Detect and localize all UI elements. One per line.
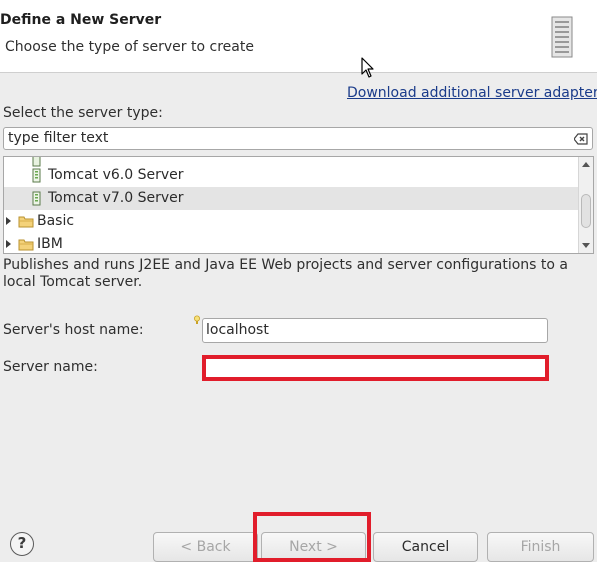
tree-item-label: IBM <box>37 236 63 252</box>
cancel-button[interactable]: Cancel <box>373 532 478 562</box>
tree-item-label: Tomcat v6.0 Server <box>48 167 184 183</box>
tree-item-tomcat-v6[interactable]: Tomcat v6.0 Server <box>4 164 579 187</box>
filter-text: type filter text <box>8 130 109 146</box>
folder-icon <box>18 239 34 251</box>
back-button[interactable]: < Back <box>153 532 258 562</box>
page-description: Choose the type of server to create <box>5 39 254 55</box>
server-name-input[interactable] <box>202 355 549 381</box>
folder-icon <box>18 216 34 228</box>
tree-scrollbar[interactable] <box>578 157 593 253</box>
server-adapter-icon <box>32 191 41 206</box>
download-adapters-link[interactable]: Download additional server adapters <box>347 85 597 101</box>
scroll-down-icon[interactable] <box>582 243 590 248</box>
tree-item-basic[interactable]: Basic <box>4 210 579 233</box>
lightbulb-icon <box>194 315 200 324</box>
page-title: Define a New Server <box>0 12 162 28</box>
host-name-input[interactable]: localhost <box>202 318 548 343</box>
help-button[interactable]: ? <box>10 532 34 556</box>
expand-arrow-icon[interactable] <box>6 240 11 248</box>
tree-item-ibm[interactable]: IBM <box>4 233 579 253</box>
finish-button[interactable]: Finish <box>487 532 594 562</box>
tree-item-label: Basic <box>37 213 75 229</box>
tree-item-tomcat-v7[interactable]: Tomcat v7.0 Server <box>4 187 579 210</box>
host-name-label: Server's host name: <box>3 322 144 338</box>
server-adapter-icon <box>32 168 41 183</box>
server-type-label: Select the server type: <box>3 105 163 121</box>
scroll-thumb[interactable] <box>581 194 591 228</box>
server-icon <box>551 16 573 58</box>
tree-item-label: Tomcat v7.0 Server <box>48 190 184 206</box>
server-type-description: Publishes and runs J2EE and Java EE Web … <box>3 257 568 290</box>
expand-arrow-icon[interactable] <box>6 217 11 225</box>
server-type-tree[interactable]: Tomcat v6.0 Server Tomcat v7.0 Server Ba… <box>3 156 594 254</box>
scroll-up-icon[interactable] <box>582 162 590 167</box>
wizard-header: Define a New Server Choose the type of s… <box>0 0 597 73</box>
server-name-label: Server name: <box>3 359 98 375</box>
next-button[interactable]: Next > <box>261 532 366 562</box>
filter-input[interactable]: type filter text <box>3 127 593 150</box>
clear-filter-icon[interactable] <box>574 133 588 145</box>
